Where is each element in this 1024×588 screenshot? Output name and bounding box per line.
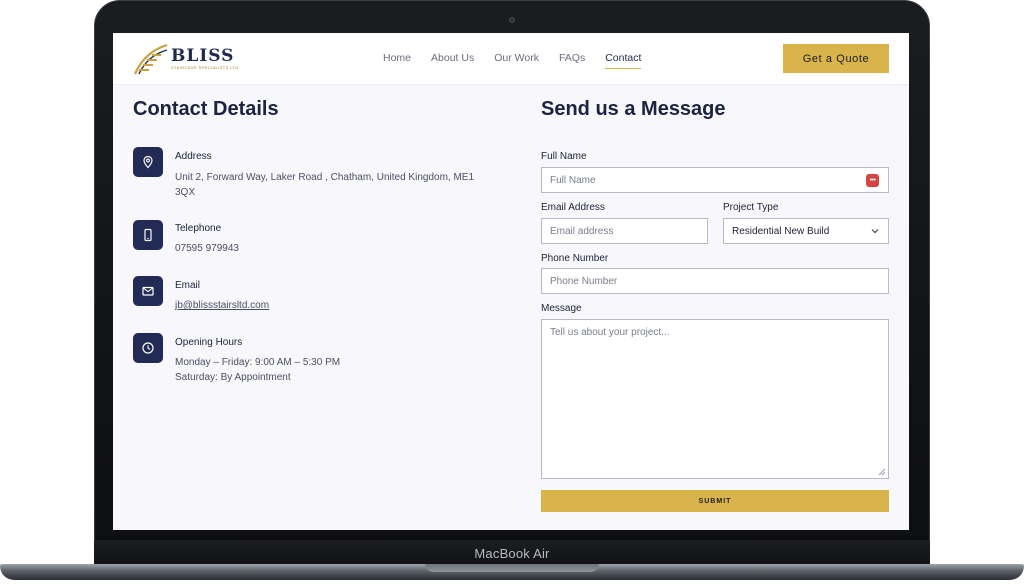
resize-handle-icon[interactable] — [878, 468, 886, 476]
email-link[interactable]: jb@blissstairsltd.com — [175, 298, 475, 313]
address-line-2: 3QX — [175, 187, 196, 198]
camera-icon — [509, 17, 515, 23]
address-value: Unit 2, Forward Way, Laker Road , Chatha… — [175, 170, 475, 200]
message-label: Message — [541, 303, 582, 314]
telephone-label: Telephone — [175, 223, 222, 234]
logo[interactable]: BLISS STAIRCASE SPECIALISTS LTD — [133, 42, 243, 76]
project-type-label: Project Type — [723, 202, 779, 213]
opening-hours-label: Opening Hours — [175, 337, 243, 348]
email-address-placeholder: Email address — [550, 225, 614, 237]
address-label: Address — [175, 151, 212, 162]
project-type-value: Residential New Build — [732, 225, 830, 237]
email-address-field[interactable]: Email address — [541, 218, 708, 244]
phone-number-field[interactable]: Phone Number — [541, 268, 889, 294]
nav-contact[interactable]: Contact — [605, 52, 642, 69]
project-type-select[interactable]: Residential New Build — [723, 218, 889, 244]
phone-number-placeholder: Phone Number — [550, 275, 618, 287]
staircase-logo-icon — [133, 43, 168, 75]
opening-hours-weekdays: Monday – Friday: 9:00 AM – 5:30 PM — [175, 357, 341, 368]
autofill-icon[interactable]: ••• — [866, 174, 879, 187]
logo-name: BLISS — [171, 46, 235, 66]
email-label: Email — [175, 280, 201, 291]
site-header: BLISS STAIRCASE SPECIALISTS LTD Home Abo… — [113, 33, 909, 85]
contact-details-heading: Contact Details — [133, 98, 279, 120]
message-textarea[interactable]: Tell us about your project... — [541, 319, 889, 479]
send-message-heading: Send us a Message — [541, 98, 726, 120]
opening-hours-saturday: Saturday: By Appointment — [175, 372, 291, 383]
full-name-placeholder: Full Name — [550, 174, 596, 186]
logo-tagline: STAIRCASE SPECIALISTS LTD — [171, 65, 239, 70]
email-address-label: Email Address — [541, 202, 605, 213]
laptop-notch — [425, 564, 599, 572]
nav-faqs[interactable]: FAQs — [559, 52, 585, 69]
nav-home[interactable]: Home — [383, 52, 411, 69]
message-placeholder: Tell us about your project... — [550, 327, 670, 338]
submit-button[interactable]: SUBMIT — [541, 490, 889, 512]
nav-about-us[interactable]: About Us — [431, 52, 474, 69]
address-line-1: Unit 2, Forward Way, Laker Road , Chatha… — [175, 172, 475, 183]
get-a-quote-button[interactable]: Get a Quote — [783, 44, 889, 73]
location-pin-icon — [133, 147, 163, 177]
full-name-field[interactable]: Full Name ••• — [541, 167, 889, 193]
full-name-label: Full Name — [541, 151, 587, 162]
telephone-value[interactable]: 07595 979943 — [175, 241, 475, 256]
phone-number-label: Phone Number — [541, 253, 609, 264]
laptop-chin: MacBook Air — [94, 540, 930, 566]
chevron-down-icon — [871, 229, 879, 234]
nav-our-work[interactable]: Our Work — [494, 52, 539, 69]
main-nav: Home About Us Our Work FAQs Contact — [383, 52, 661, 69]
device-label: MacBook Air — [474, 545, 550, 561]
mail-icon — [133, 276, 163, 306]
browser-screen: BLISS STAIRCASE SPECIALISTS LTD Home Abo… — [113, 33, 909, 530]
opening-hours-value: Monday – Friday: 9:00 AM – 5:30 PM Satur… — [175, 355, 475, 385]
clock-icon — [133, 333, 163, 363]
phone-icon — [133, 220, 163, 250]
